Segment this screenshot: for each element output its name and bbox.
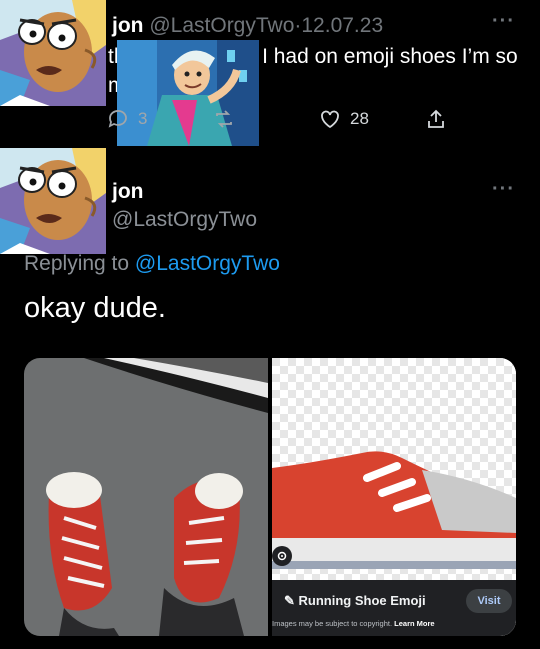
tweet2-handle[interactable]: @LastOrgyTwo [112,208,257,232]
pencil-icon: ✎ [284,593,299,608]
tweet1-date[interactable]: 12.07.23 [301,14,383,37]
retweet-icon [216,110,232,128]
replying-to: Replying to @LastOrgyTwo [24,252,280,276]
more-options-tweet2[interactable]: ··· [492,178,515,201]
avatar-tweet1[interactable] [0,0,106,106]
share-icon [428,109,444,128]
tweet1-header: jon @LastOrgyTwo·12.07.23 [112,14,383,38]
reply-icon [108,110,127,128]
replying-handle-link[interactable]: @LastOrgyTwo [135,252,280,275]
more-options-tweet1[interactable]: ··· [492,10,515,33]
like-button[interactable]: 28 [318,107,369,131]
lens-icon [277,551,287,561]
photo-red-sneakers[interactable] [24,358,268,636]
learn-more-link[interactable]: Learn More [394,619,434,628]
image-result-title[interactable]: ✎ Running Shoe Emoji [284,593,426,609]
share-button[interactable] [424,107,448,131]
avatar-tweet2[interactable] [0,148,106,254]
like-count: 28 [350,109,369,128]
image-result-title-text: Running Shoe Emoji [298,593,426,608]
tweet2-display-name[interactable]: jon [112,180,144,204]
replying-prefix: Replying to [24,252,130,275]
reply-count: 3 [138,109,148,128]
tweet1-handle[interactable]: @LastOrgyTwo [149,14,294,37]
visit-button[interactable]: Visit [466,589,512,613]
retweet-button[interactable] [212,107,236,131]
tweet2-text: okay dude. [24,292,166,324]
reply-button[interactable]: 3 [106,107,147,131]
heart-icon [321,110,339,129]
copyright-notice: Images may be subject to copyright. Lear… [272,619,435,628]
copyright-text: Images may be subject to copyright. [272,619,393,628]
tweet1-display-name[interactable]: jon [112,14,144,37]
lens-button[interactable] [272,546,292,566]
